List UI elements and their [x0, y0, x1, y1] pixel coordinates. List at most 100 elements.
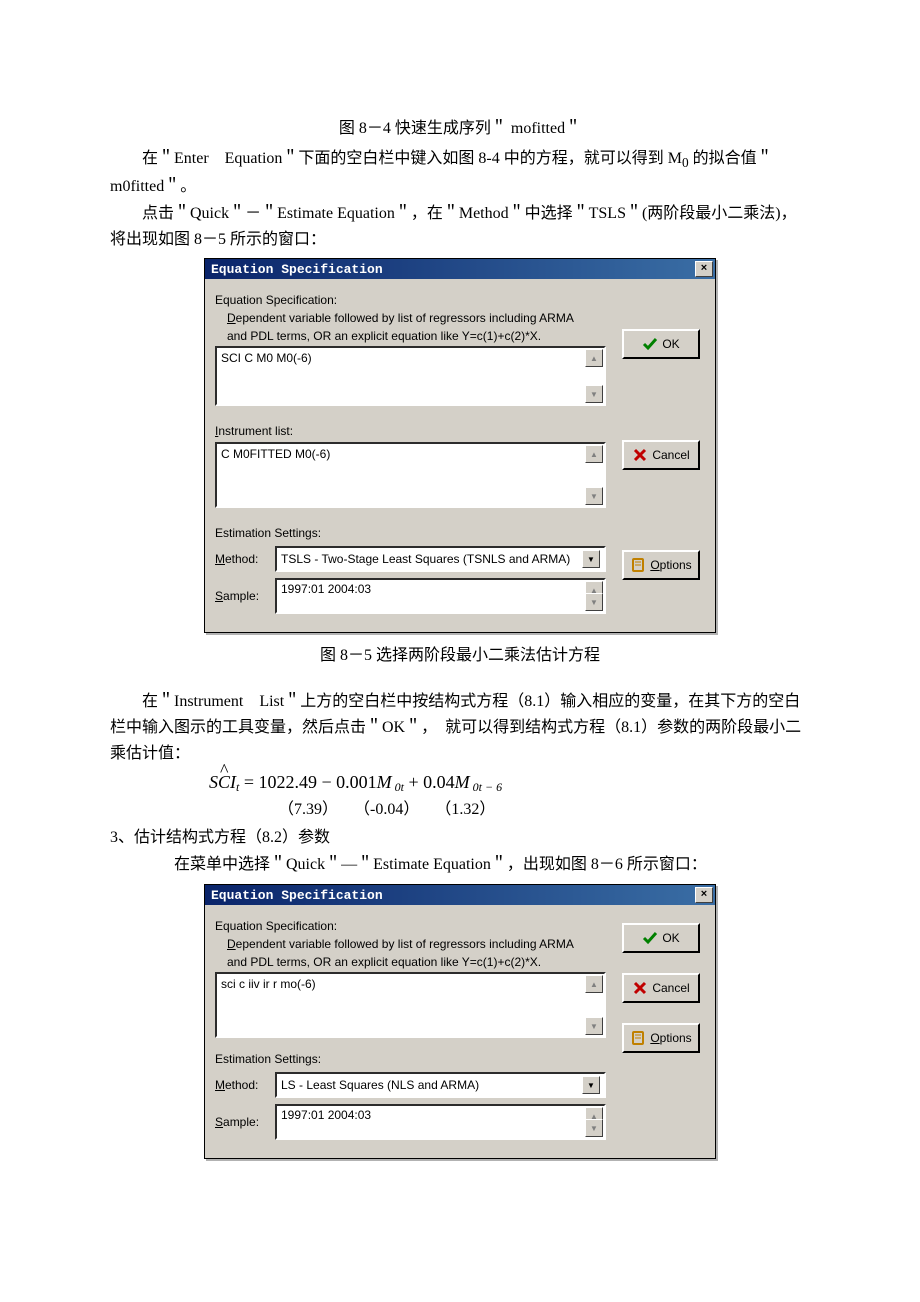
method-value: TSLS - Two-Stage Least Squares (TSNLS an… — [281, 552, 570, 566]
ok-label: OK — [662, 337, 679, 351]
dialog-side: OK Cancel Options — [616, 905, 715, 1158]
sample-underline: S — [215, 1115, 223, 1129]
sample-label: Sample: — [215, 589, 269, 603]
paragraph-2: 点击＂Quick＂－＂Estimate Equation＂，在＂Method＂中… — [110, 201, 810, 252]
check-icon — [642, 336, 658, 352]
instrument-input[interactable]: C M0FITTED M0(-6) ▲ ▼ — [215, 442, 606, 508]
ok-button[interactable]: OK — [622, 329, 700, 359]
equation-input-text: SCI C M0 M0(-6) — [221, 351, 312, 365]
equation-input[interactable]: sci c iiv ir r mo(-6) ▲ ▼ — [215, 972, 606, 1038]
scroll-down-icon[interactable]: ▼ — [585, 1119, 603, 1137]
equation-spec-hint2: and PDL terms, OR an explicit equation l… — [227, 955, 606, 971]
method-label-text: ethod: — [225, 552, 258, 566]
ok-label: OK — [662, 931, 679, 945]
method-underline: M — [215, 1078, 225, 1092]
options-button[interactable]: Options — [622, 550, 700, 580]
regression-formula: SCIt = 1022.49 − 0.001M 0t + 0.04M 0t − … — [110, 772, 810, 795]
estimation-settings-label: Estimation Settings: — [215, 526, 606, 540]
instrument-list-label: Instrument list: — [215, 424, 606, 438]
scroll-up-icon[interactable]: ▲ — [585, 349, 603, 367]
options-underline: O — [650, 558, 659, 572]
x-icon — [632, 980, 648, 996]
scroll-up-icon[interactable]: ▲ — [585, 975, 603, 993]
cancel-button[interactable]: Cancel — [622, 440, 700, 470]
sample-label-text: ample: — [223, 589, 259, 603]
sample-input[interactable]: 1997:01 2004:03 ▲ ▼ — [275, 578, 606, 614]
sample-underline: S — [215, 589, 223, 603]
close-icon[interactable]: × — [695, 887, 713, 903]
dialog-title: Equation Specification — [211, 888, 383, 903]
equation-spec-hint2: and PDL terms, OR an explicit equation l… — [227, 329, 606, 345]
dialog-main: Equation Specification: Dependent variab… — [205, 279, 616, 632]
equation-spec-label: Equation Specification: — [215, 293, 606, 307]
dialog-2-wrap: Equation Specification × Equation Specif… — [110, 884, 810, 1159]
options-icon — [630, 557, 646, 573]
scroll-down-icon[interactable]: ▼ — [585, 593, 603, 611]
sample-input[interactable]: 1997:01 2004:03 ▲ ▼ — [275, 1104, 606, 1140]
instr-label-text: nstrument list: — [218, 424, 293, 438]
paragraph-1: 在＂Enter Equation＂下面的空白栏中键入如图 8-4 中的方程，就可… — [110, 146, 810, 199]
method-underline: M — [215, 552, 225, 566]
chevron-down-icon[interactable]: ▼ — [582, 550, 600, 568]
dialog-1-wrap: Equation Specification × Equation Specif… — [110, 258, 810, 633]
instrument-input-text: C M0FITTED M0(-6) — [221, 447, 330, 461]
scroll-down-icon[interactable]: ▼ — [585, 1017, 603, 1035]
method-select[interactable]: TSLS - Two-Stage Least Squares (TSNLS an… — [275, 546, 606, 572]
equation-input-text: sci c iiv ir r mo(-6) — [221, 977, 316, 991]
options-text: ptions — [660, 558, 692, 572]
equation-spec-dialog-2: Equation Specification × Equation Specif… — [204, 884, 716, 1159]
hint-underline-d: D — [227, 311, 236, 325]
scroll-up-icon[interactable]: ▲ — [585, 445, 603, 463]
dialog-titlebar: Equation Specification × — [205, 885, 715, 905]
method-label: Method: — [215, 552, 269, 566]
options-button[interactable]: Options — [622, 1023, 700, 1053]
options-text: ptions — [660, 1031, 692, 1045]
cancel-button[interactable]: Cancel — [622, 973, 700, 1003]
hint-text-a: ependent variable followed by list of re… — [236, 937, 574, 951]
equation-spec-label: Equation Specification: — [215, 919, 606, 933]
equation-spec-hint1: Dependent variable followed by list of r… — [227, 311, 606, 327]
figure-8-5-caption: 图 8－5 选择两阶段最小二乘法估计方程 — [110, 641, 810, 665]
t-statistics: （7.39） （-0.04） （1.32） — [110, 797, 810, 823]
dialog-body: Equation Specification: Dependent variab… — [205, 905, 715, 1158]
hint-underline-d: D — [227, 937, 236, 951]
chevron-down-icon[interactable]: ▼ — [582, 1076, 600, 1094]
method-label: Method: — [215, 1078, 269, 1092]
estimation-settings-label: Estimation Settings: — [215, 1052, 606, 1066]
dialog-side: OK Cancel Options — [616, 279, 715, 632]
equation-input[interactable]: SCI C M0 M0(-6) ▲ ▼ — [215, 346, 606, 406]
sample-row: Sample: 1997:01 2004:03 ▲ ▼ — [215, 578, 606, 614]
sample-label: Sample: — [215, 1115, 269, 1129]
cancel-label: Cancel — [652, 448, 689, 462]
options-underline: O — [650, 1031, 659, 1045]
options-label: Options — [650, 1031, 691, 1045]
paragraph-4: 3、估计结构式方程（8.2）参数 — [110, 825, 810, 851]
scroll-down-icon[interactable]: ▼ — [585, 487, 603, 505]
sample-row: Sample: 1997:01 2004:03 ▲ ▼ — [215, 1104, 606, 1140]
x-icon — [632, 447, 648, 463]
figure-8-4-caption: 图 8－4 快速生成序列＂ mofitted＂ — [110, 114, 810, 138]
sample-value: 1997:01 2004:03 — [281, 582, 371, 596]
hint-text-a: ependent variable followed by list of re… — [236, 311, 574, 325]
cancel-label: Cancel — [652, 981, 689, 995]
method-label-text: ethod: — [225, 1078, 258, 1092]
scroll-down-icon[interactable]: ▼ — [585, 385, 603, 403]
options-label: Options — [650, 558, 691, 572]
method-row: Method: LS - Least Squares (NLS and ARMA… — [215, 1072, 606, 1098]
options-icon — [630, 1030, 646, 1046]
equation-spec-dialog-1: Equation Specification × Equation Specif… — [204, 258, 716, 633]
method-select[interactable]: LS - Least Squares (NLS and ARMA) ▼ — [275, 1072, 606, 1098]
text: 在＂Enter Equation＂下面的空白栏中键入如图 8-4 中的方程，就可… — [142, 150, 682, 167]
page: 图 8－4 快速生成序列＂ mofitted＂ 在＂Enter Equation… — [0, 0, 920, 1207]
paragraph-3: 在＂Instrument List＂上方的空白栏中按结构式方程（8.1）输入相应… — [110, 689, 810, 766]
dialog-main: Equation Specification: Dependent variab… — [205, 905, 616, 1158]
dialog-title: Equation Specification — [211, 262, 383, 277]
close-icon[interactable]: × — [695, 261, 713, 277]
subscript-0: 0 — [682, 155, 689, 170]
dialog-body: Equation Specification: Dependent variab… — [205, 279, 715, 632]
method-value: LS - Least Squares (NLS and ARMA) — [281, 1078, 479, 1092]
dialog-titlebar: Equation Specification × — [205, 259, 715, 279]
ok-button[interactable]: OK — [622, 923, 700, 953]
method-row: Method: TSLS - Two-Stage Least Squares (… — [215, 546, 606, 572]
check-icon — [642, 930, 658, 946]
